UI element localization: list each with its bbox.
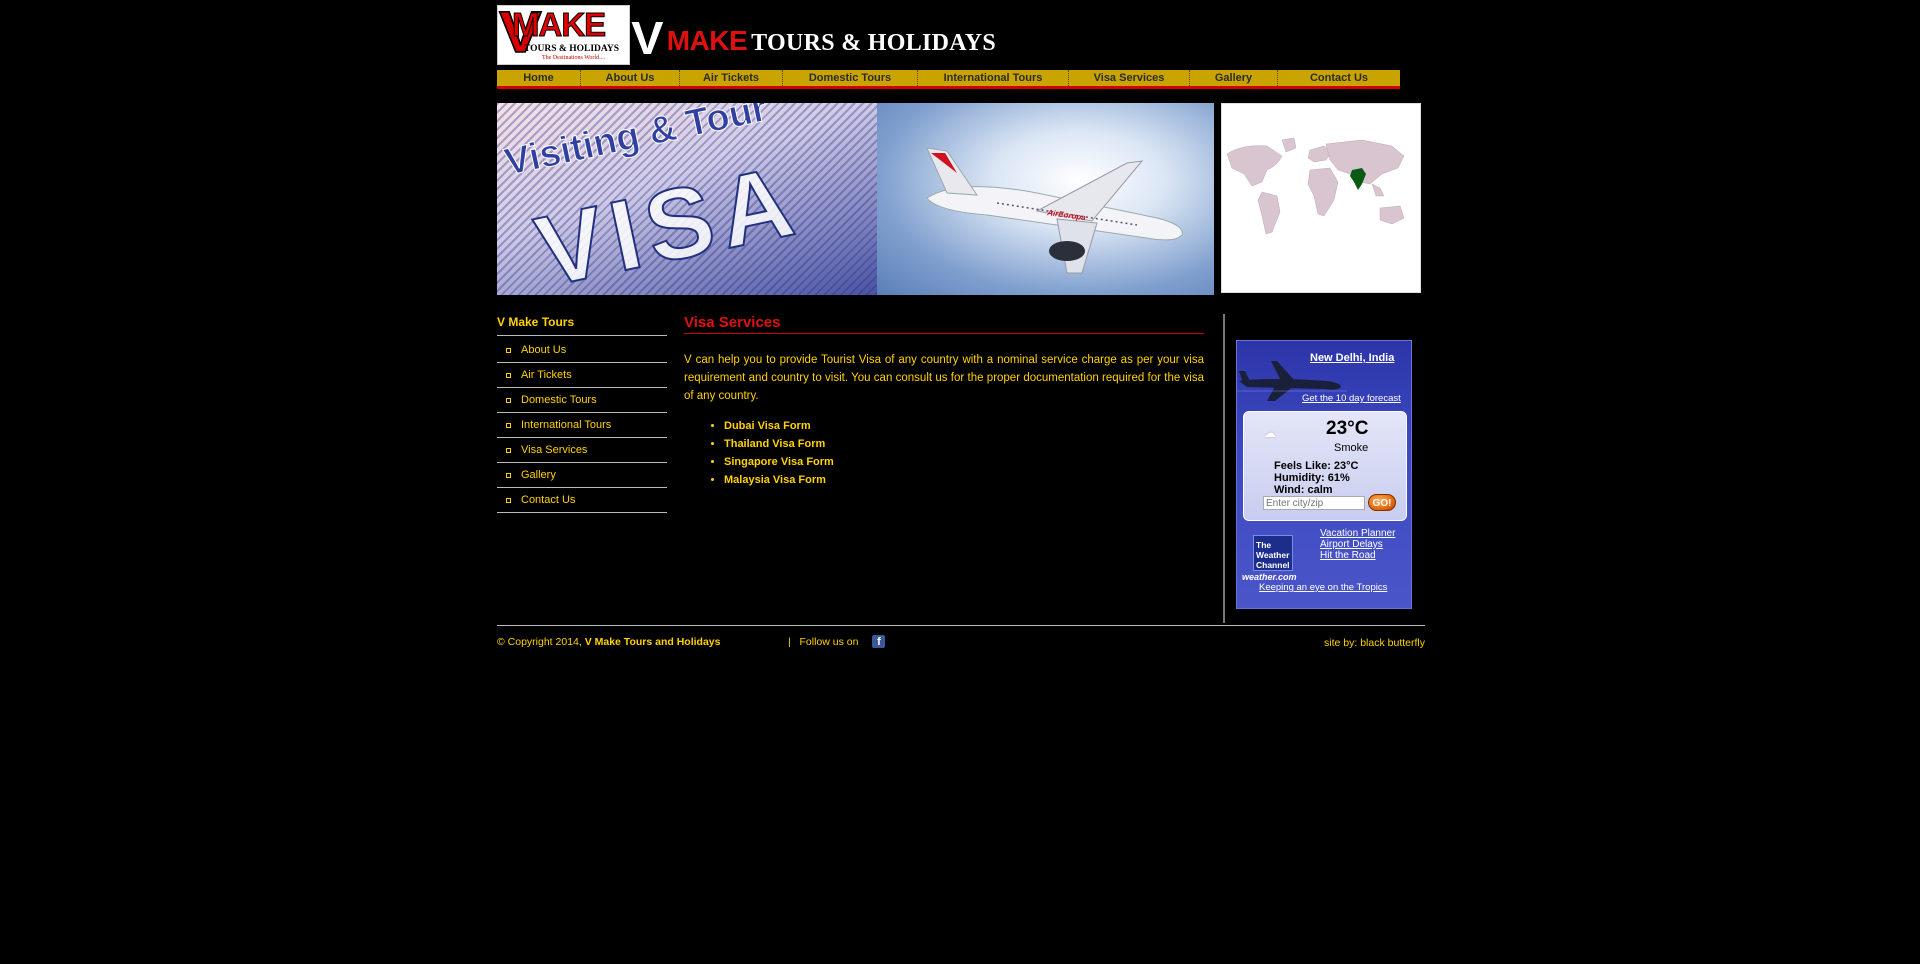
hero-banner: Visiting & Tour VISA AirEuropa <box>497 103 1214 295</box>
weather-temperature: 23°C <box>1326 418 1369 439</box>
feels-like: Feels Like: 23°C <box>1274 460 1359 472</box>
visa-form-link-malaysia[interactable]: Malaysia Visa Form <box>724 471 1204 489</box>
brand-v: V <box>631 12 664 64</box>
sidebar-title: V Make Tours <box>497 314 667 336</box>
sidebar-item-label: Visa Services <box>521 444 588 456</box>
nav-item-air-tickets[interactable]: Air Tickets <box>680 70 783 86</box>
nav-item-contact-us[interactable]: Contact Us <box>1278 70 1400 86</box>
world-map-icon <box>1226 137 1405 235</box>
weather-condition: Smoke <box>1334 442 1369 454</box>
footer-follow: | Follow us on f <box>788 635 886 648</box>
sidebar-item-about-us[interactable]: About Us <box>497 338 667 363</box>
weather-links: Vacation Planner Airport Delays Hit the … <box>1320 528 1395 561</box>
sidebar-item-gallery[interactable]: Gallery <box>497 463 667 488</box>
square-bullet-icon <box>506 372 511 378</box>
logo-make: MAKE <box>511 6 606 43</box>
sidebar: V Make Tours About Us Air Tickets Domest… <box>497 314 667 513</box>
page-title: Visa Services <box>684 314 1204 334</box>
nav-item-international-tours[interactable]: International Tours <box>918 70 1069 86</box>
weather-city-link[interactable]: New Delhi, India <box>1310 352 1394 364</box>
content-paragraph: V can help you to provide Tourist Visa o… <box>684 354 1204 402</box>
sidebar-item-visa-services[interactable]: Visa Services <box>497 438 667 463</box>
footer-divider <box>497 625 1425 626</box>
nav-item-home[interactable]: Home <box>497 70 581 86</box>
nav-item-visa-services[interactable]: Visa Services <box>1069 70 1190 86</box>
city-zip-input[interactable] <box>1263 496 1365 510</box>
smoke-icon: ☁ <box>1264 426 1276 440</box>
airplane-icon: AirEuropa <box>926 147 1183 274</box>
nav-item-gallery[interactable]: Gallery <box>1190 70 1278 86</box>
nav-item-domestic-tours[interactable]: Domestic Tours <box>783 70 918 86</box>
weather-stats: Feels Like: 23°C Humidity: 61% Wind: cal… <box>1274 460 1359 496</box>
page: V MAKE TOURS & HOLIDAYS The Destinations… <box>497 0 1425 649</box>
vacation-planner-link[interactable]: Vacation Planner <box>1320 528 1395 539</box>
visa-form-link-dubai[interactable]: Dubai Visa Form <box>724 417 1204 435</box>
facebook-icon[interactable]: f <box>872 635 886 648</box>
brand-rest: TOURS & HOLIDAYS <box>751 30 997 56</box>
site-logo[interactable]: V MAKE TOURS & HOLIDAYS The Destinations… <box>497 5 630 65</box>
company-name: V Make Tours and Holidays <box>584 636 721 648</box>
visa-forms-list: Dubai Visa Form Thailand Visa Form Singa… <box>684 417 1204 489</box>
main-content: Visa Services V can help you to provide … <box>684 314 1204 489</box>
hit-the-road-link[interactable]: Hit the Road <box>1320 550 1395 561</box>
square-bullet-icon <box>506 397 511 403</box>
sidebar-item-label: Contact Us <box>521 494 576 506</box>
brand-make: MAKE <box>666 25 748 56</box>
visa-form-link-singapore[interactable]: Singapore Visa Form <box>724 453 1204 471</box>
nav-item-about-us[interactable]: About Us <box>581 70 680 86</box>
header: V MAKE TOURS & HOLIDAYS The Destinations… <box>497 0 1425 70</box>
sidebar-item-label: Gallery <box>521 469 556 481</box>
humidity: Humidity: 61% <box>1274 472 1350 484</box>
logo-subtitle: TOURS & HOLIDAYS <box>524 44 620 54</box>
weather-channel-logo[interactable]: The Weather Channel <box>1253 535 1293 571</box>
footer-copyright: © Copyright 2014, V Make Tours and Holid… <box>497 636 720 648</box>
weather-widget: New Delhi, India Get the 10 day forecast… <box>1236 340 1412 609</box>
airport-delays-link[interactable]: Airport Delays <box>1320 539 1395 550</box>
vertical-divider <box>1223 314 1225 623</box>
square-bullet-icon <box>506 472 511 478</box>
sidebar-item-label: Domestic Tours <box>521 394 597 406</box>
square-bullet-icon <box>506 497 511 503</box>
copyright-text: © Copyright 2014, <box>497 636 585 648</box>
weather-com-logo: weather.com <box>1242 572 1297 582</box>
world-map <box>1221 103 1421 293</box>
sidebar-item-air-tickets[interactable]: Air Tickets <box>497 363 667 388</box>
sidebar-item-international-tours[interactable]: International Tours <box>497 413 667 438</box>
logo-tagline: The Destinations World.... <box>542 55 606 61</box>
square-bullet-icon <box>506 347 511 353</box>
square-bullet-icon <box>506 422 511 428</box>
follow-text: | Follow us on <box>788 635 859 648</box>
sidebar-item-domestic-tours[interactable]: Domestic Tours <box>497 388 667 413</box>
square-bullet-icon <box>506 447 511 453</box>
visa-form-link-thailand[interactable]: Thailand Visa Form <box>724 435 1204 453</box>
brand-title: V MAKE TOURS & HOLIDAYS <box>631 12 997 68</box>
sidebar-item-label: Air Tickets <box>521 369 572 381</box>
sidebar-item-label: International Tours <box>521 419 612 431</box>
go-button[interactable]: GO! <box>1368 494 1396 511</box>
site-credit[interactable]: site by: black butterfly <box>1324 637 1425 649</box>
forecast-link[interactable]: Get the 10 day forecast <box>1302 393 1401 404</box>
sidebar-item-contact-us[interactable]: Contact Us <box>497 488 667 513</box>
sidebar-item-label: About Us <box>521 344 567 356</box>
wind: Wind: calm <box>1274 484 1333 496</box>
weather-panel: ☁ 23°C Smoke Feels Like: 23°C Humidity: … <box>1243 411 1407 521</box>
main-nav: Home About Us Air Tickets Domestic Tours… <box>497 70 1400 89</box>
tropics-link[interactable]: Keeping an eye on the Tropics <box>1259 582 1387 593</box>
